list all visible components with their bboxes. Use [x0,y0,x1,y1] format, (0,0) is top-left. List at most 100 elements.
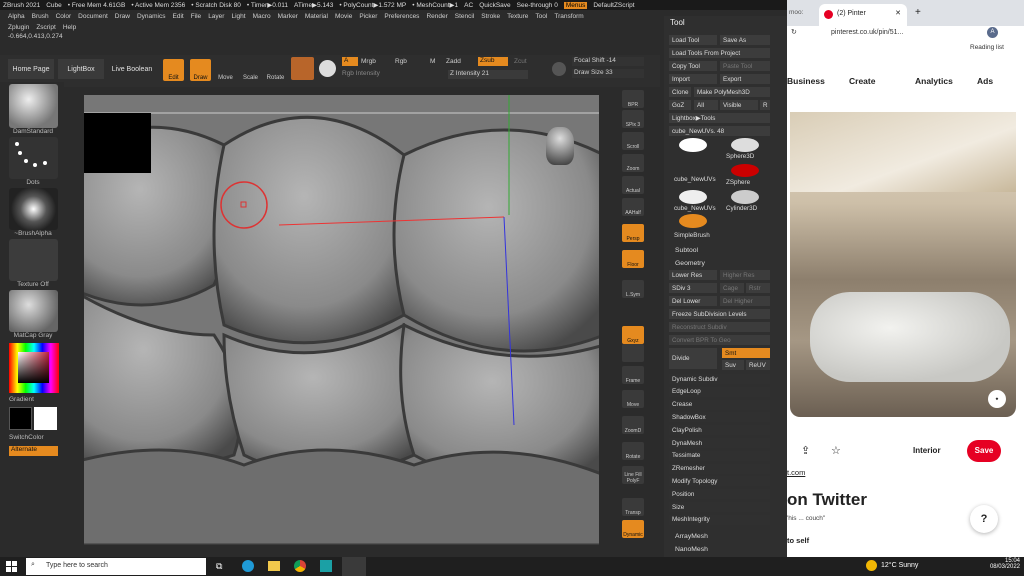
section-shadowbox[interactable]: ShadowBox [669,412,770,423]
reconstruct-subdiv-button[interactable]: Reconstruct Subdiv [669,322,770,332]
share-icon[interactable]: ⇪ [801,444,810,457]
del-higher-button[interactable]: Del Higher [720,296,770,306]
sphere-icon[interactable] [319,60,336,77]
scale-button[interactable]: Scale [240,59,261,81]
shelf-button[interactable]: Persp [622,224,644,242]
higher-res-button[interactable]: Higher Res [720,270,770,280]
task-view-icon[interactable]: ⧉ [216,561,222,572]
section-modify-topology[interactable]: Modify Topology [669,476,770,487]
menu-marker[interactable]: Marker [278,13,298,20]
pin-image[interactable]: ⬩ [790,112,1016,417]
tab-active[interactable]: (2) Pinter ✕ [819,4,907,26]
menu-zscript[interactable]: Zscript [36,24,56,31]
zsub-toggle[interactable]: Zsub [478,57,508,66]
nav-analytics[interactable]: Analytics [915,76,953,86]
section-tessimate[interactable]: Tessimate [669,450,770,461]
alpha-thumbnail[interactable] [9,188,58,230]
save-as-button[interactable]: Save As [720,35,770,45]
section-dynamesh[interactable]: DynaMesh [669,438,770,448]
menu-picker[interactable]: Picker [359,13,377,20]
tool-thumbnail[interactable] [731,138,759,152]
mrgb-toggle[interactable]: Mrgb [361,58,376,65]
home-page-button[interactable]: Home Page [8,59,54,79]
nav-create[interactable]: Create [849,76,875,86]
nav-ads[interactable]: Ads [977,76,993,86]
title-item[interactable]: DefaultZScript [593,2,634,9]
tool-thumbnail[interactable] [731,164,759,177]
arraymesh-section[interactable]: ArrayMesh [675,533,708,540]
secondary-color-swatch[interactable] [34,407,57,430]
texture-thumbnail[interactable] [9,239,58,281]
tool-thumbnail[interactable] [679,190,707,204]
save-button[interactable]: Save [967,440,1001,462]
edit-button[interactable]: Edit [163,59,184,81]
new-tab-icon[interactable]: + [915,7,921,18]
divide-button[interactable]: Divide [669,348,717,369]
nanomesh-section[interactable]: NanoMesh [675,546,708,553]
menu-stencil[interactable]: Stencil [455,13,475,20]
switchcolor-label[interactable]: SwitchColor [9,434,75,441]
menu-layer[interactable]: Layer [208,13,224,20]
menu-texture[interactable]: Texture [507,13,528,20]
alternate-button[interactable]: Alternate [9,446,58,456]
section-meshintegrity[interactable]: MeshIntegrity [669,514,770,525]
menu-draw[interactable]: Draw [115,13,130,20]
title-item[interactable]: See-through 0 [517,2,558,9]
m-toggle[interactable]: M [430,58,435,65]
menu-preferences[interactable]: Preferences [384,13,419,20]
stroke-thumbnail[interactable] [9,137,58,179]
section-claypolish[interactable]: ClayPolish [669,425,770,436]
edge-icon[interactable] [242,560,254,572]
menu-macro[interactable]: Macro [253,13,271,20]
favorite-star-icon[interactable]: ☆ [831,444,841,457]
menu-material[interactable]: Material [305,13,328,20]
menu-tool[interactable]: Tool [535,13,547,20]
nav-business[interactable]: Business [787,76,825,86]
sdiv-slider[interactable]: SDiv 3 [669,283,717,293]
focal-shift-slider[interactable]: Focal Shift -14 [572,57,644,66]
load-tool-button[interactable]: Load Tool [669,35,717,45]
source-link[interactable]: t.com [787,468,805,477]
shelf-button[interactable]: BPR [622,90,644,108]
taskbar-search[interactable]: ⌕ Type here to search [26,558,206,575]
zcut-toggle[interactable]: Zcut [514,58,527,65]
section-dynamic-subdiv[interactable]: Dynamic Subdiv [669,374,770,384]
board-select[interactable]: Interior [913,446,941,455]
section-zremesher[interactable]: ZRemesher [669,463,770,474]
menu-dynamics[interactable]: Dynamics [137,13,166,20]
del-lower-button[interactable]: Del Lower [669,296,717,306]
lower-res-button[interactable]: Lower Res [669,270,717,280]
cage-button[interactable]: Cage [720,283,744,293]
menu-file[interactable]: File [191,13,201,20]
smt-toggle[interactable]: Smt [722,348,770,358]
color-picker[interactable] [9,343,59,393]
rgb-toggle[interactable]: Rgb [395,58,407,65]
tool-thumbnail[interactable] [679,214,707,228]
reading-list-button[interactable]: Reading list [970,44,1004,51]
navigation-gizmo-icon[interactable] [546,127,574,165]
chrome-icon[interactable] [294,560,306,572]
load-tools-from-project-button[interactable]: Load Tools From Project [669,48,770,58]
menu-brush[interactable]: Brush [32,13,49,20]
goz-all-button[interactable]: All [694,100,718,110]
shelf-button[interactable]: Zoom [622,154,644,172]
current-tool-slider[interactable]: cube_NewUVs. 48 [669,126,770,136]
shelf-button[interactable]: Actual [622,176,644,194]
menu-document[interactable]: Document [78,13,108,20]
rotate-button[interactable]: Rotate [265,59,286,81]
shelf-button[interactable]: SPix 3 [622,110,644,128]
goz-r-button[interactable]: R [760,100,770,110]
draw-button[interactable]: Draw [190,59,211,81]
a-toggle[interactable]: A [342,57,358,66]
live-boolean-button[interactable]: Live Boolean [108,59,156,79]
goz-visible-button[interactable]: Visible [720,100,758,110]
rgb-intensity-slider[interactable]: Rgb Intensity [342,70,442,77]
shelf-button[interactable]: L.Sym [622,280,644,298]
zadd-toggle[interactable]: Zadd [446,58,461,65]
section-crease[interactable]: Crease [669,399,770,410]
shelf-button[interactable]: Gxyz [622,326,644,344]
section-position[interactable]: Position [669,489,770,500]
start-icon[interactable] [6,561,17,572]
menu-movie[interactable]: Movie [335,13,352,20]
section-size[interactable]: Size [669,502,770,512]
